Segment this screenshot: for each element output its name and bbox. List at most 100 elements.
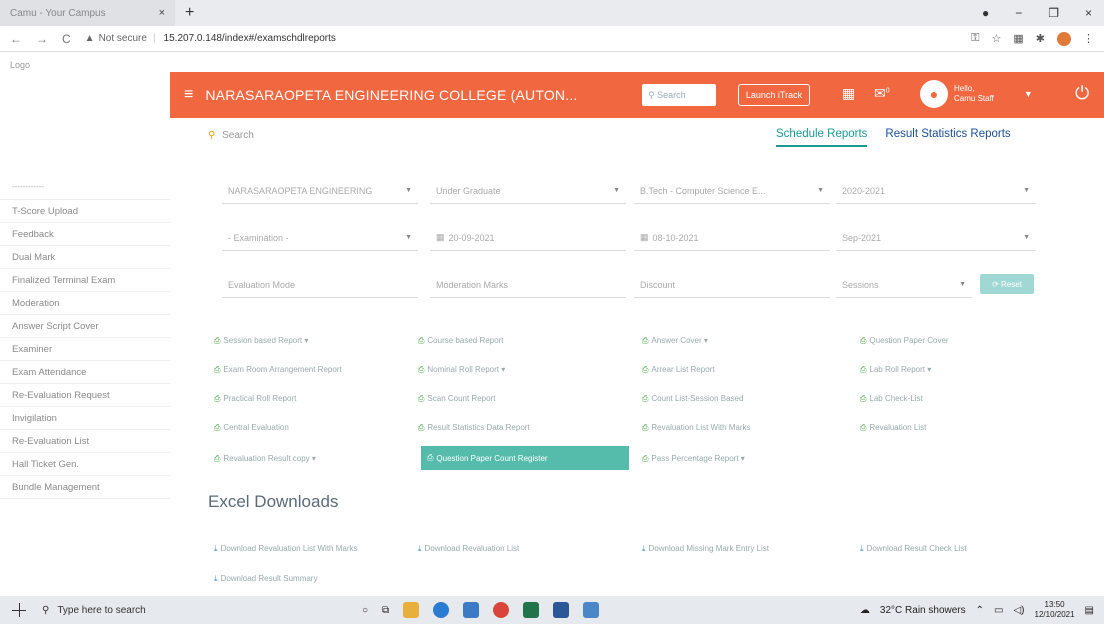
sidebar-item-finalized-terminal-exam[interactable]: Finalized Terminal Exam: [0, 269, 170, 292]
sidebar-item-examiner[interactable]: Examiner: [0, 338, 170, 361]
network-icon[interactable]: ▭: [994, 605, 1003, 616]
sidebar-item-re-evaluation-request[interactable]: Re-Evaluation Request: [0, 384, 170, 407]
from-date-field[interactable]: ▦ 20-09-2021: [430, 225, 626, 251]
sidebar-item-moderation[interactable]: Moderation: [0, 292, 170, 315]
question-paper-count-register-button[interactable]: ⎙ Question Paper Count Register: [421, 446, 629, 470]
branch-select[interactable]: B.Tech - Computer Science E... ▼: [634, 178, 830, 204]
report-link[interactable]: ⎙ Course based Report: [418, 336, 503, 346]
report-tabs: Schedule Reports Result Statistics Repor…: [776, 128, 1011, 147]
browser-tab[interactable]: Camu - Your Campus ×: [0, 0, 175, 26]
mail-icon[interactable]: ✉0: [874, 85, 890, 102]
close-tab-icon[interactable]: ×: [159, 7, 165, 19]
report-link[interactable]: ⎙ Count List-Session Based: [642, 394, 743, 404]
cortana-icon[interactable]: ○: [362, 605, 368, 616]
close-window-button[interactable]: ×: [1085, 6, 1092, 20]
taskbar-search[interactable]: ⚲ Type here to search: [42, 605, 302, 616]
new-tab-button[interactable]: +: [185, 4, 194, 22]
hamburger-icon[interactable]: ≡: [184, 86, 193, 104]
volume-icon[interactable]: ◁): [1013, 605, 1024, 616]
profile-avatar[interactable]: [1057, 31, 1071, 46]
task-view-icon[interactable]: ⧉: [382, 605, 389, 616]
report-link[interactable]: ⎙ Arrear List Report: [642, 365, 715, 375]
to-date-field[interactable]: ▦ 08-10-2021: [634, 225, 830, 251]
report-link[interactable]: ⎙ Question Paper Cover: [860, 336, 949, 346]
sessions-select[interactable]: Sessions ▼: [836, 272, 972, 298]
examination-select[interactable]: - Examination - ▼: [222, 225, 418, 251]
sidebar-item-bundle-management[interactable]: Bundle Management: [0, 476, 170, 499]
report-link[interactable]: ⎙ Exam Room Arrangement Report: [214, 365, 342, 375]
star-icon[interactable]: ☆: [992, 32, 1002, 45]
forward-button[interactable]: →: [36, 32, 48, 46]
back-button[interactable]: ←: [10, 32, 22, 46]
menu-icon[interactable]: ⋮: [1083, 32, 1094, 45]
report-link[interactable]: ⎙ Scan Count Report: [418, 394, 495, 404]
excel-download-link[interactable]: ⤓ Download Result Check List: [860, 544, 967, 554]
power-icon[interactable]: ⏻: [1075, 83, 1089, 104]
sidebar-item-exam-attendance[interactable]: Exam Attendance: [0, 361, 170, 384]
print-icon: ⎙: [642, 394, 649, 403]
print-icon: ⎙: [642, 454, 649, 463]
year-select[interactable]: 2020-2021 ▼: [836, 178, 1036, 204]
minimize-button[interactable]: −: [1015, 6, 1022, 20]
key-icon[interactable]: ⚿: [971, 32, 979, 45]
chevron-up-icon[interactable]: ⌃: [976, 605, 984, 616]
report-link[interactable]: ⎙ Pass Percentage Report ▾: [642, 454, 745, 464]
report-link[interactable]: ⎙ Revaluation List With Marks: [642, 423, 751, 433]
edge-icon[interactable]: [433, 602, 450, 618]
page-search[interactable]: ⚲ Search: [208, 130, 254, 141]
photos-icon[interactable]: [583, 602, 600, 618]
sidebar-item-re-evaluation-list[interactable]: Re-Evaluation List: [0, 430, 170, 453]
report-link[interactable]: ⎙ Revaluation Result copy ▾: [214, 454, 316, 464]
reload-button[interactable]: C: [62, 32, 71, 46]
profile-dot-icon[interactable]: ●: [982, 6, 989, 20]
evaluation-mode-field[interactable]: Evaluation Mode: [222, 272, 418, 298]
sidebar-item-answer-script-cover[interactable]: Answer Script Cover: [0, 315, 170, 338]
windows-start-icon[interactable]: [12, 603, 26, 617]
excel-icon[interactable]: [523, 602, 540, 618]
excel-download-link[interactable]: ⤓ Download Revaluation List With Marks: [214, 544, 358, 554]
taskbar: ⚲ Type here to search ○ ⧉ ☁ 32°C Rain sh…: [0, 596, 1104, 624]
extension-icon[interactable]: ▦: [1013, 32, 1023, 45]
excel-download-link[interactable]: ⤓ Download Result Summary: [214, 574, 317, 584]
top-header: ≡ NARASARAOPETA ENGINEERING COLLEGE (AUT…: [170, 72, 1104, 118]
print-icon: ⎙: [214, 454, 221, 463]
report-link[interactable]: ⎙ Nominal Roll Report ▾: [418, 365, 505, 375]
report-link[interactable]: ⎙ Practical Roll Report: [214, 394, 296, 404]
report-link[interactable]: ⎙ Answer Cover ▾: [642, 336, 708, 346]
clock[interactable]: 13:50 12/10/2021: [1035, 600, 1075, 620]
tab-schedule-reports[interactable]: Schedule Reports: [776, 128, 868, 147]
program-select[interactable]: Under Graduate ▼: [430, 178, 626, 204]
college-select[interactable]: NARASARAOPETA ENGINEERING ▼: [222, 178, 418, 204]
excel-download-link[interactable]: ⤓ Download Revaluation List: [418, 544, 519, 554]
url-field[interactable]: 15.207.0.148/index#/examschdlreports: [164, 33, 336, 44]
sidebar-item-tscore-upload[interactable]: T-Score Upload: [0, 200, 170, 223]
sidebar-item-dual-mark[interactable]: Dual Mark: [0, 246, 170, 269]
report-link[interactable]: ⎙ Result Statistics Data Report: [418, 423, 530, 433]
calendar-icon[interactable]: ▦: [842, 85, 855, 102]
sidebar-item-invigilation[interactable]: Invigilation: [0, 407, 170, 430]
report-link[interactable]: ⎙ Revaluation List: [860, 423, 926, 433]
store-icon[interactable]: [463, 602, 480, 618]
moderation-marks-field[interactable]: Moderation Marks: [430, 272, 626, 298]
sidebar-item-feedback[interactable]: Feedback: [0, 223, 170, 246]
report-link[interactable]: ⎙ Central Evaluation: [214, 423, 289, 433]
tab-result-statistics-reports[interactable]: Result Statistics Reports: [885, 128, 1010, 147]
notification-icon[interactable]: ▤: [1085, 605, 1094, 616]
refresh-icon: ⟳: [992, 279, 1002, 289]
report-link[interactable]: ⎙ Lab Roll Report ▾: [860, 365, 931, 375]
maximize-button[interactable]: ❐: [1048, 6, 1059, 20]
report-link[interactable]: ⎙ Lab Check-List: [860, 394, 923, 404]
month-select[interactable]: Sep-2021 ▼: [836, 225, 1036, 251]
puzzle-icon[interactable]: ✱: [1036, 32, 1045, 45]
file-explorer-icon[interactable]: [403, 602, 420, 618]
launch-itrack-button[interactable]: Launch iTrack: [738, 84, 810, 106]
header-search-input[interactable]: ⚲ Search: [642, 84, 716, 106]
discount-field[interactable]: Discount: [634, 272, 830, 298]
sidebar-item-hall-ticket-gen[interactable]: Hall Ticket Gen.: [0, 453, 170, 476]
word-icon[interactable]: [553, 602, 570, 618]
report-link[interactable]: ⎙ Session based Report ▾: [214, 336, 308, 346]
chrome-icon[interactable]: [493, 602, 510, 618]
user-menu[interactable]: ● Hello, Camu Staff ▼: [920, 80, 1033, 108]
reset-button[interactable]: ⟳ Reset: [980, 274, 1034, 294]
excel-download-link[interactable]: ⤓ Download Missing Mark Entry List: [642, 544, 769, 554]
